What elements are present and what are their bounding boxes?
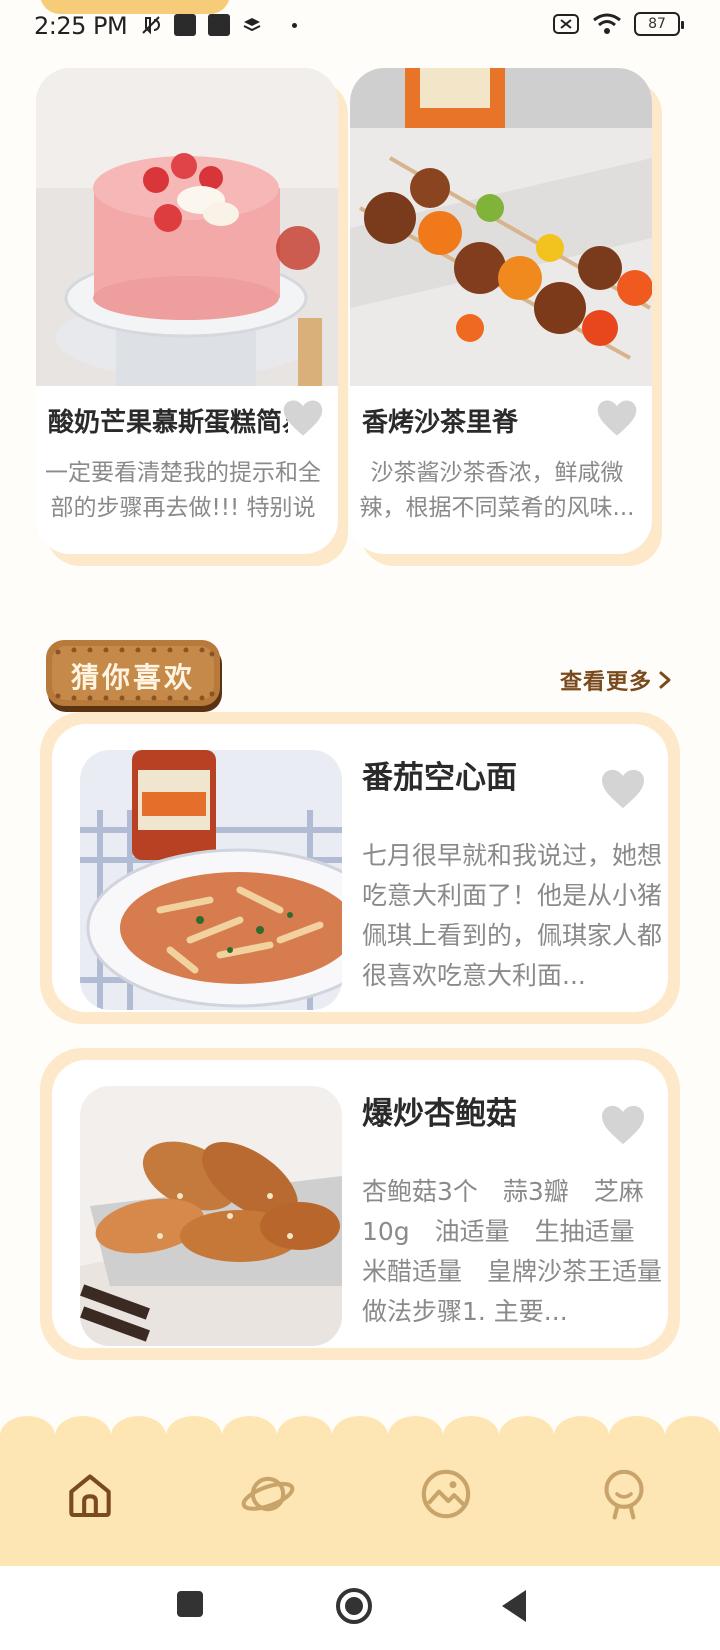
battery-icon: 87: [634, 12, 684, 36]
recipe-title: 爆炒杏鲍菇: [362, 1096, 517, 1132]
card-body: 番茄空心面 七月很早就和我说过，她想吃意大利面了！他是从小猪佩琪上看到的，佩琪家…: [52, 724, 668, 1012]
section-title: 猜你喜欢: [70, 661, 195, 694]
heart-icon[interactable]: [600, 768, 646, 810]
back-icon[interactable]: [498, 1588, 530, 1624]
recipe-photo-pasta: [80, 750, 342, 1010]
chevron-right-icon: [659, 671, 671, 689]
bottom-tab-bar: [0, 1416, 720, 1566]
recipe-card[interactable]: 酸奶芒果慕斯蛋糕简易版 一定要看清楚我的提示和全部的步骤再去做!!! 特别说明.…: [36, 68, 348, 566]
card-body: 酸奶芒果慕斯蛋糕简易版 一定要看清楚我的提示和全部的步骤再去做!!! 特别说明.…: [36, 68, 338, 554]
heart-icon[interactable]: [596, 398, 638, 438]
system-navigation-bar: [0, 1566, 720, 1650]
recipe-description: 杏鲍菇3个 蒜3瓣 芝麻10g 油适量 生抽适量 米醋适量 皇牌沙茶王适量 做法…: [362, 1177, 668, 1326]
card-body: 爆炒杏鲍菇 杏鲍菇3个 蒜3瓣 芝麻10g 油适量 生抽适量 米醋适量 皇牌沙茶…: [52, 1060, 668, 1348]
battery-level: 87: [648, 16, 666, 32]
recipe-description: 一定要看清楚我的提示和全部的步骤再去做!!! 特别说明...: [45, 460, 321, 521]
home-icon[interactable]: [62, 1466, 118, 1522]
status-notification-icons: [140, 14, 297, 36]
recipe-photo-cake: [36, 68, 338, 386]
recents-icon[interactable]: [174, 1588, 206, 1620]
picture-icon[interactable]: [418, 1466, 474, 1522]
dot-icon: [292, 22, 297, 28]
heart-icon[interactable]: [600, 1104, 646, 1146]
notification-icon: [174, 14, 196, 36]
recipe-description: 七月很早就和我说过，她想吃意大利面了！他是从小猪佩琪上看到的，佩琪家人都很喜欢吃…: [362, 841, 663, 990]
see-more-link[interactable]: 查看更多: [560, 664, 672, 696]
muted-icon: [142, 16, 160, 35]
heart-icon[interactable]: [282, 398, 324, 438]
person-icon[interactable]: [596, 1466, 652, 1522]
status-system-icons: 87: [552, 12, 684, 36]
app-screen: 2:25 PM 87 酸奶芒果慕斯蛋糕简 一定要看清楚我的提示和全部的步骤再去做…: [0, 0, 720, 1650]
recipe-description: 沙茶酱沙茶香浓，鲜咸微辣，根据不同菜肴的风味...: [359, 460, 635, 521]
planet-icon[interactable]: [240, 1466, 296, 1522]
sim-off-icon: [553, 14, 579, 34]
recipe-title: 番茄空心面: [362, 760, 517, 796]
recipe-photo-skewers: [350, 68, 652, 386]
recipe-photo-mushroom: [80, 1086, 342, 1346]
wifi-icon: [593, 13, 621, 34]
recipe-list-card[interactable]: 爆炒杏鲍菇 杏鲍菇3个 蒜3瓣 芝麻10g 油适量 生抽适量 米醋适量 皇牌沙茶…: [40, 1048, 680, 1360]
recipe-list-card[interactable]: 番茄空心面 七月很早就和我说过，她想吃意大利面了！他是从小猪佩琪上看到的，佩琪家…: [40, 712, 680, 1024]
recipe-card[interactable]: 香烤沙茶里脊 沙茶酱沙茶香浓，鲜咸微辣，根据不同菜肴的风味...: [350, 68, 662, 566]
status-bar: 2:25 PM 87: [0, 0, 720, 54]
section-title-badge: 猜你喜欢: [44, 638, 226, 718]
layers-icon: [243, 18, 261, 32]
card-body: 香烤沙茶里脊 沙茶酱沙茶香浓，鲜咸微辣，根据不同菜肴的风味...: [350, 68, 652, 554]
home-circle-icon[interactable]: [334, 1586, 374, 1626]
recipe-title: 酸奶芒果慕斯蛋糕简易版: [48, 408, 288, 438]
recipe-title: 香烤沙茶里脊: [362, 408, 519, 438]
see-more-label: 查看更多: [559, 670, 652, 695]
notification-icon: [208, 14, 230, 36]
status-time: 2:25 PM: [34, 12, 128, 40]
